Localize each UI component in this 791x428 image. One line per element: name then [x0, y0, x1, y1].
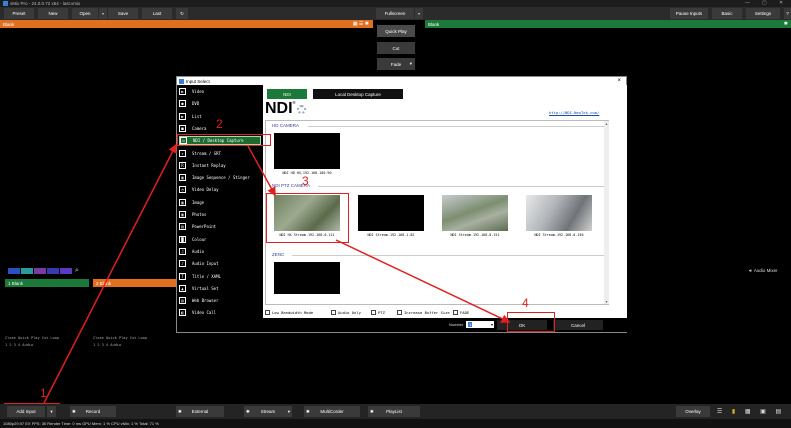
audio-meter-icon[interactable]: ▮: [732, 408, 735, 415]
bottom-toolbar: Add Input ▾ ✱ Record ✱ External ✱ Stream ▾ ✱…: [0, 404, 791, 419]
external-button[interactable]: ✱ External: [176, 406, 224, 417]
record-button[interactable]: ✱ Record: [70, 406, 116, 417]
layout-tools: ☰ ▮ ▦ ▣ ▤: [712, 406, 786, 417]
gear-icon[interactable]: ✱: [178, 409, 182, 415]
add-input-dropdown-icon[interactable]: ▾: [47, 406, 56, 417]
stream-button[interactable]: ✱ Stream ▾: [244, 406, 292, 417]
multicorder-button[interactable]: ✱ MultiCorder: [304, 406, 360, 417]
gear-icon[interactable]: ✱: [306, 409, 310, 415]
arrow-2-to-3: [247, 145, 276, 197]
gear-icon[interactable]: ✱: [370, 409, 374, 415]
grid-icon[interactable]: ▦: [745, 408, 751, 415]
monitor-icon[interactable]: ▣: [760, 408, 766, 415]
overlay-button[interactable]: Overlay: [676, 406, 710, 417]
arrow-3-to-4: [335, 239, 511, 323]
list-icon[interactable]: ☰: [717, 408, 722, 415]
more-icon[interactable]: ▤: [776, 408, 782, 415]
status-bar: 1080p29.97 EX FPS: 30 Render Time: 0 ms …: [0, 419, 791, 428]
gear-icon[interactable]: ✱: [72, 409, 76, 415]
status-text: 1080p29.97 EX FPS: 30 Render Time: 0 ms …: [3, 421, 159, 426]
arrow-1-to-2: [43, 143, 177, 404]
annotation-arrows: [43, 143, 511, 404]
playlist-button[interactable]: ✱ PlayList: [368, 406, 420, 417]
gear-icon[interactable]: ✱: [246, 409, 250, 415]
stream-dropdown-icon[interactable]: ▾: [288, 409, 290, 415]
add-input-button[interactable]: Add Input: [7, 406, 45, 417]
